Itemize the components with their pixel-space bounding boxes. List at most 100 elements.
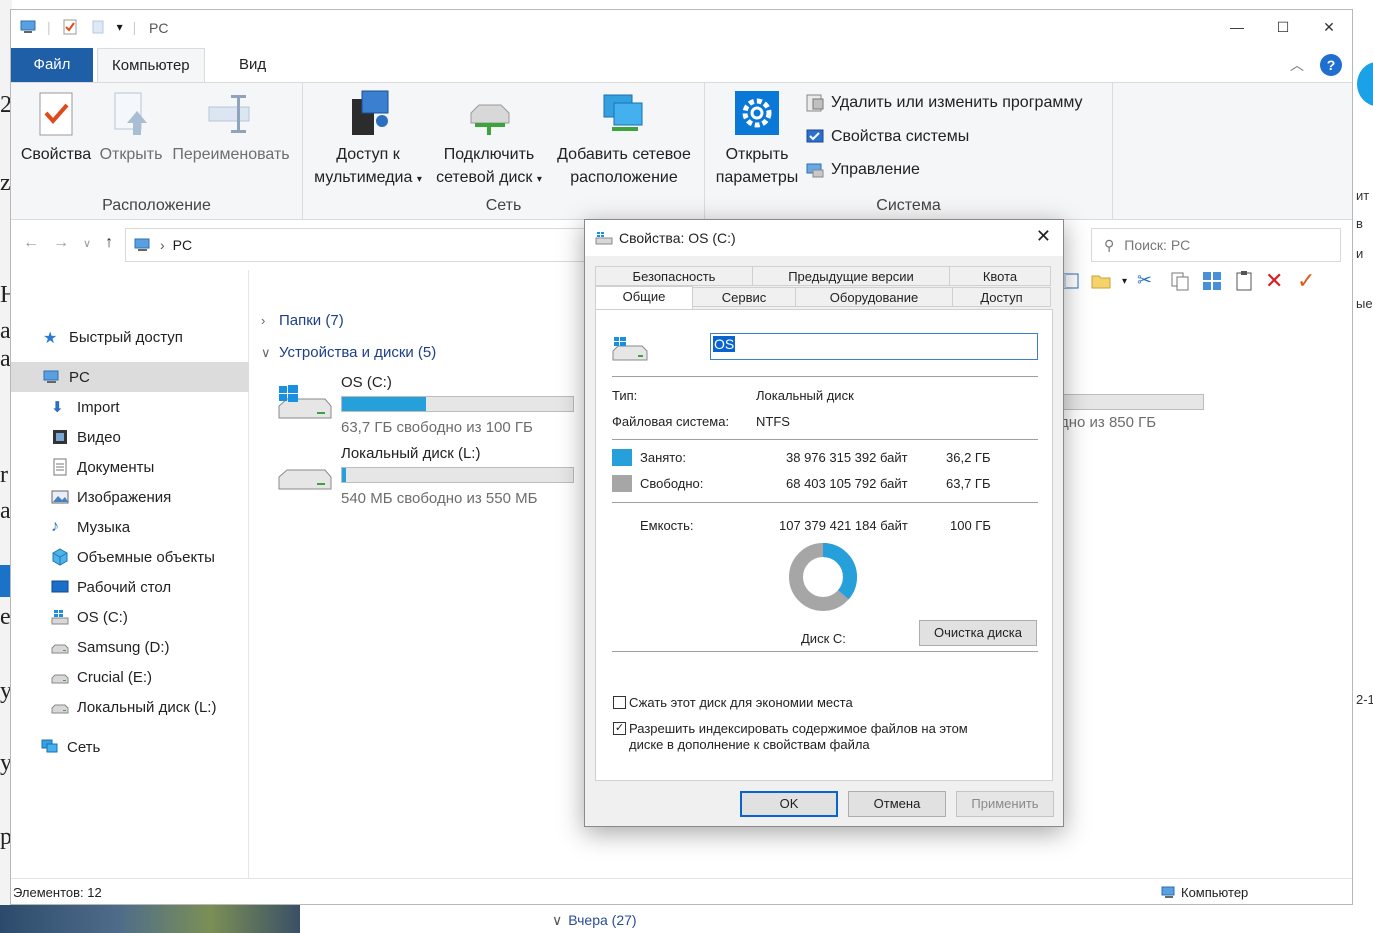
forward-arrow-icon[interactable]: → xyxy=(53,234,69,252)
collapse-ribbon-icon[interactable]: ︿ xyxy=(1290,55,1304,75)
delete-icon[interactable]: ✕ xyxy=(1265,270,1287,292)
media-access-button[interactable]: Доступ к мультимедиа ▾ xyxy=(307,89,429,191)
free-gb: 63,7 ГБ xyxy=(946,476,991,491)
drive-icon xyxy=(51,704,69,714)
tab-file[interactable]: Файл xyxy=(11,48,93,82)
help-icon[interactable]: ? xyxy=(1320,54,1342,76)
dialog-title-bar: Свойства: OS (C:) ✕ xyxy=(585,220,1063,256)
open-icon xyxy=(114,92,147,135)
sidebar-item-crucial-e[interactable]: Crucial (E:) xyxy=(11,662,249,692)
tab-tools[interactable]: Сервис xyxy=(692,287,796,307)
sidebar-item-desktop[interactable]: Рабочий стол xyxy=(11,572,249,602)
properties-button[interactable]: Свойства xyxy=(19,89,93,166)
apply-button[interactable]: Применить xyxy=(956,791,1054,817)
ok-button[interactable]: OK xyxy=(740,791,838,817)
properties-icon[interactable] xyxy=(61,18,79,36)
rename-button[interactable]: Переименовать xyxy=(167,89,295,166)
sidebar-item-pc[interactable]: PC xyxy=(11,362,249,392)
address-bar[interactable]: › PC xyxy=(125,228,585,262)
recent-dropdown-icon[interactable]: ∨ xyxy=(83,237,91,252)
drive-name: OS (C:) xyxy=(341,374,392,391)
add-network-location-button[interactable]: Добавить сетевое расположение xyxy=(549,89,699,189)
index-checkbox[interactable]: ✓ xyxy=(613,722,626,735)
breadcrumb-pc[interactable]: PC xyxy=(173,237,192,253)
background-group-yesterday[interactable]: ∨ Вчера (27) xyxy=(552,912,637,929)
maximize-button[interactable]: ☐ xyxy=(1260,10,1306,44)
minimize-button[interactable]: — xyxy=(1214,10,1260,44)
background-toolbar: ▾ ✂ ✕ ✓ xyxy=(1058,270,1319,292)
manage-button[interactable]: Управление xyxy=(805,160,920,180)
sidebar-item-network[interactable]: Сеть xyxy=(11,732,249,762)
sidebar-item-documents[interactable]: Документы xyxy=(11,452,249,482)
sidebar-item-local-l[interactable]: Локальный диск (L:) xyxy=(11,692,249,722)
cancel-button[interactable]: Отмена xyxy=(848,791,946,817)
windows-drive-icon xyxy=(51,610,69,625)
computer-management-icon xyxy=(806,163,824,178)
pc-icon[interactable] xyxy=(19,18,37,36)
properties-dialog: Свойства: OS (C:) ✕ Безопасность Предыду… xyxy=(584,219,1064,827)
index-label-line2: диске в дополнение к свойствам файла xyxy=(629,737,870,752)
sidebar-item-3d-objects[interactable]: Объемные объекты xyxy=(11,542,249,572)
capacity-gb: 100 ГБ xyxy=(950,518,991,533)
tab-sharing[interactable]: Доступ xyxy=(952,287,1051,307)
cut-icon[interactable]: ✂ xyxy=(1137,270,1159,292)
drive-tile-local-l[interactable]: Локальный диск (L:) 540 МБ свободно из 5… xyxy=(259,445,589,509)
compress-checkbox[interactable] xyxy=(613,696,626,709)
dropdown-icon[interactable]: ▾ xyxy=(1122,276,1127,287)
capacity-label: Емкость: xyxy=(640,518,694,533)
map-network-drive-button[interactable]: Подключить сетевой диск ▾ xyxy=(431,89,547,191)
tab-general[interactable]: Общие xyxy=(595,286,693,310)
window-controls: — ☐ ✕ xyxy=(1214,10,1352,44)
background-drive-free-text: дно из 850 ГБ xyxy=(1060,414,1157,431)
drive-name: Локальный диск (L:) xyxy=(341,445,481,462)
open-button[interactable]: Открыть xyxy=(95,89,167,166)
tab-quota[interactable]: Квота xyxy=(949,266,1051,286)
uninstall-program-button[interactable]: Удалить или изменить программу xyxy=(805,93,1083,113)
chevron-down-icon: ∨ xyxy=(261,344,271,360)
open-settings-button[interactable]: Открыть параметры xyxy=(709,89,805,189)
search-box[interactable]: ⚲ Поиск: PC xyxy=(1091,228,1341,262)
sidebar-item-images[interactable]: Изображения xyxy=(11,482,249,512)
drive-tile-os-c[interactable]: OS (C:) 63,7 ГБ свободно из 100 ГБ xyxy=(259,374,589,438)
tab-hardware[interactable]: Оборудование xyxy=(795,287,953,307)
drive-icon xyxy=(51,674,69,684)
qat-dropdown-icon[interactable]: ▾ xyxy=(117,20,123,34)
volume-name-input[interactable]: OS xyxy=(710,333,1038,360)
system-properties-icon xyxy=(806,129,824,143)
sidebar-item-os-c[interactable]: OS (C:) xyxy=(11,602,249,632)
copy-icon[interactable] xyxy=(1169,270,1191,292)
paste-icon[interactable] xyxy=(1233,270,1255,292)
type-value: Локальный диск xyxy=(756,388,854,403)
type-label: Тип: xyxy=(612,388,638,403)
tab-previous-versions[interactable]: Предыдущие версии xyxy=(752,266,950,286)
sidebar-item-samsung-d[interactable]: Samsung (D:) xyxy=(11,632,249,662)
checkmark-icon[interactable]: ✓ xyxy=(1297,270,1319,292)
dialog-close-button[interactable]: ✕ xyxy=(1036,226,1051,247)
grid-view-icon[interactable] xyxy=(1201,270,1223,292)
sidebar-item-quick-access[interactable]: ★ Быстрый доступ xyxy=(11,322,249,352)
sidebar-item-music[interactable]: ♪ Музыка xyxy=(11,512,249,542)
search-icon: ⚲ xyxy=(1104,236,1115,253)
rename-icon xyxy=(208,95,250,133)
back-arrow-icon[interactable]: ← xyxy=(23,234,39,252)
sidebar-item-video[interactable]: Видео xyxy=(11,422,249,452)
section-folders[interactable]: › Папки (7) xyxy=(261,312,344,329)
sidebar-item-import[interactable]: ⬇ Import xyxy=(11,392,249,422)
section-devices[interactable]: ∨ Устройства и диски (5) xyxy=(261,344,436,361)
general-tab-panel: OS Тип: Локальный диск Файловая система:… xyxy=(595,309,1053,781)
system-properties-button[interactable]: Свойства системы xyxy=(805,127,969,147)
tab-computer[interactable]: Компьютер xyxy=(97,48,205,82)
tab-view[interactable]: Вид xyxy=(225,48,280,82)
used-color-swatch xyxy=(612,449,632,466)
group-system: Открыть параметры Удалить или изменить пр… xyxy=(705,83,1113,219)
ribbon-tabs: Файл Компьютер Вид ︿ ? xyxy=(11,48,1352,82)
tab-security[interactable]: Безопасность xyxy=(595,266,753,286)
navigation-buttons: ← → ∨ ↑ xyxy=(23,234,113,252)
up-arrow-icon[interactable]: ↑ xyxy=(105,234,113,252)
close-button[interactable]: ✕ xyxy=(1306,10,1352,44)
new-folder-icon[interactable] xyxy=(89,18,107,36)
folder-icon[interactable] xyxy=(1090,270,1112,292)
disk-cleanup-button[interactable]: Очистка диска xyxy=(919,620,1037,646)
ribbon: Свойства Открыть Переименовать Расположе… xyxy=(11,82,1352,220)
used-bytes: 38 976 315 392 байт xyxy=(786,450,908,465)
